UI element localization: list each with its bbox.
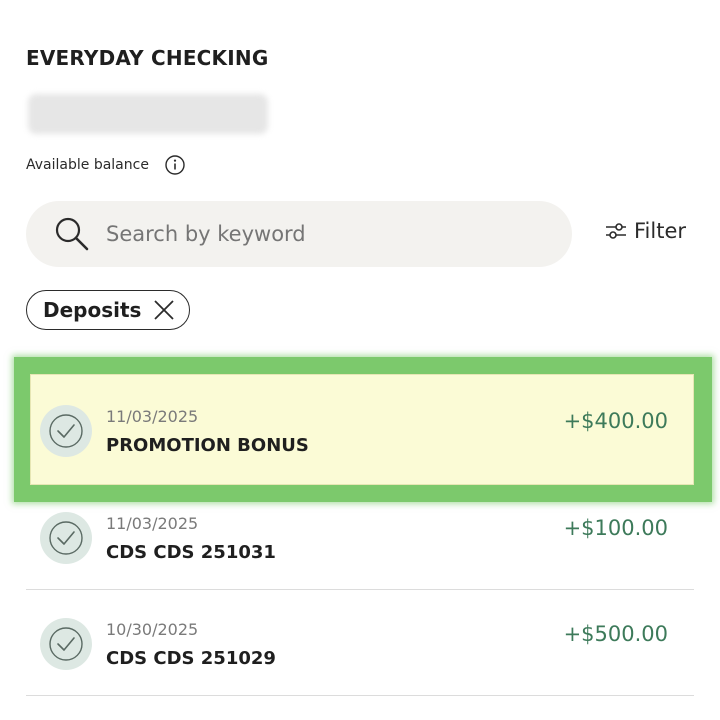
transaction-date: 11/03/2025 [106,514,199,533]
transaction-description: CDS CDS 251031 [106,542,276,563]
info-icon[interactable] [165,155,185,175]
balance-obscured [26,86,276,142]
filter-chip-label: Deposits [43,298,142,322]
transaction-row[interactable]: 11/03/2025 PROMOTION BONUS +$400.00 [26,377,694,483]
available-balance-row: Available balance [26,155,185,175]
close-icon[interactable] [153,299,175,321]
transaction-row[interactable]: 11/03/2025 CDS CDS 251031 +$100.00 [26,484,694,590]
sliders-icon [604,219,628,243]
available-balance-label: Available balance [26,157,149,173]
row-divider [26,695,694,696]
filter-chip-deposits[interactable]: Deposits [26,290,191,330]
check-circle-icon [40,618,92,670]
search-icon [52,214,92,254]
filter-button[interactable]: Filter [604,219,686,243]
transaction-date: 11/03/2025 [106,407,199,426]
transaction-amount: +$100.00 [563,516,668,540]
check-circle-icon [40,405,92,457]
transaction-description: PROMOTION BONUS [106,435,309,456]
check-circle-icon [40,512,92,564]
search-bar[interactable] [26,201,572,267]
transaction-amount: +$500.00 [563,622,668,646]
filter-label: Filter [634,219,687,243]
account-title: EVERYDAY CHECKING [26,46,269,70]
transaction-row[interactable]: 10/30/2025 CDS CDS 251029 +$500.00 [26,590,694,696]
transaction-amount: +$400.00 [563,409,668,433]
transaction-date: 10/30/2025 [106,620,199,639]
transaction-description: CDS CDS 251029 [106,648,276,669]
search-input[interactable] [104,221,528,247]
